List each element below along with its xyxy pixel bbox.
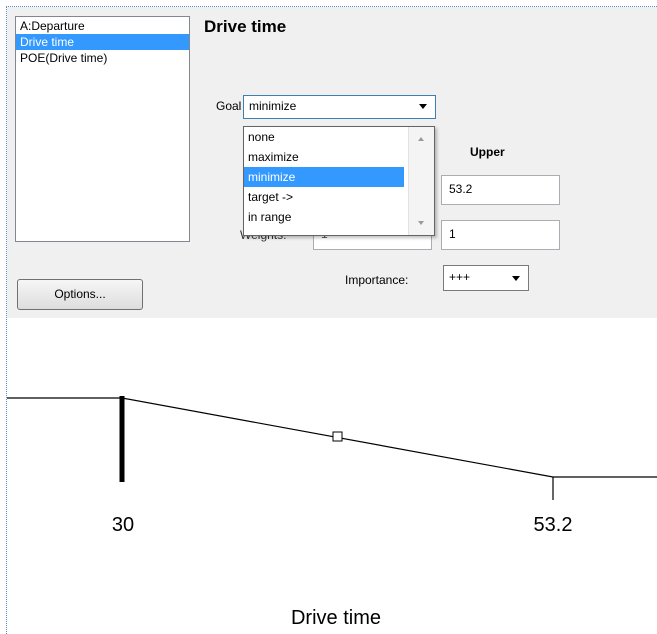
goal-option-none[interactable]: none [244,127,404,147]
importance-select-value: +++ [449,270,471,284]
goal-label: Goal [216,99,242,113]
high-limit-label: 53.2 [534,514,573,536]
upper-weight-input[interactable]: 1 [441,220,560,250]
upper-limit-input[interactable]: 53.2 [441,175,560,205]
goal-dropdown-list[interactable]: none maximize minimize target -> in rang… [243,126,435,236]
response-item-drive-time[interactable]: Drive time [16,34,189,50]
response-title: Drive time [204,17,287,36]
plot-axis-title: Drive time [291,607,381,629]
response-item-departure[interactable]: A:Departure [16,18,189,34]
low-limit-label: 30 [112,514,134,536]
response-list[interactable]: A:Departure Drive time POE(Drive time) [15,16,190,242]
goal-option-in-range[interactable]: in range [244,207,404,227]
desirability-plot[interactable]: 30 53.2 Drive time [0,318,657,634]
importance-label: Importance: [345,273,409,287]
goal-option-maximize[interactable]: maximize [244,147,404,167]
response-item-poe-drive-time[interactable]: POE(Drive time) [16,50,189,66]
options-button[interactable]: Options... [17,279,143,310]
importance-select[interactable]: +++ [443,265,529,291]
upper-label: Upper [470,145,505,159]
dropdown-scrollbar[interactable] [408,127,434,235]
goal-option-target[interactable]: target -> [244,187,404,207]
dropdown-arrow-icon [512,276,520,281]
goal-option-minimize[interactable]: minimize [244,167,404,187]
goal-select-value: minimize [249,99,297,113]
dropdown-arrow-icon [419,104,427,109]
scroll-down-arrow-icon[interactable] [418,221,424,225]
shape-handle[interactable] [332,431,343,442]
scroll-up-arrow-icon[interactable] [418,137,424,141]
goal-select[interactable]: minimize [243,95,436,119]
